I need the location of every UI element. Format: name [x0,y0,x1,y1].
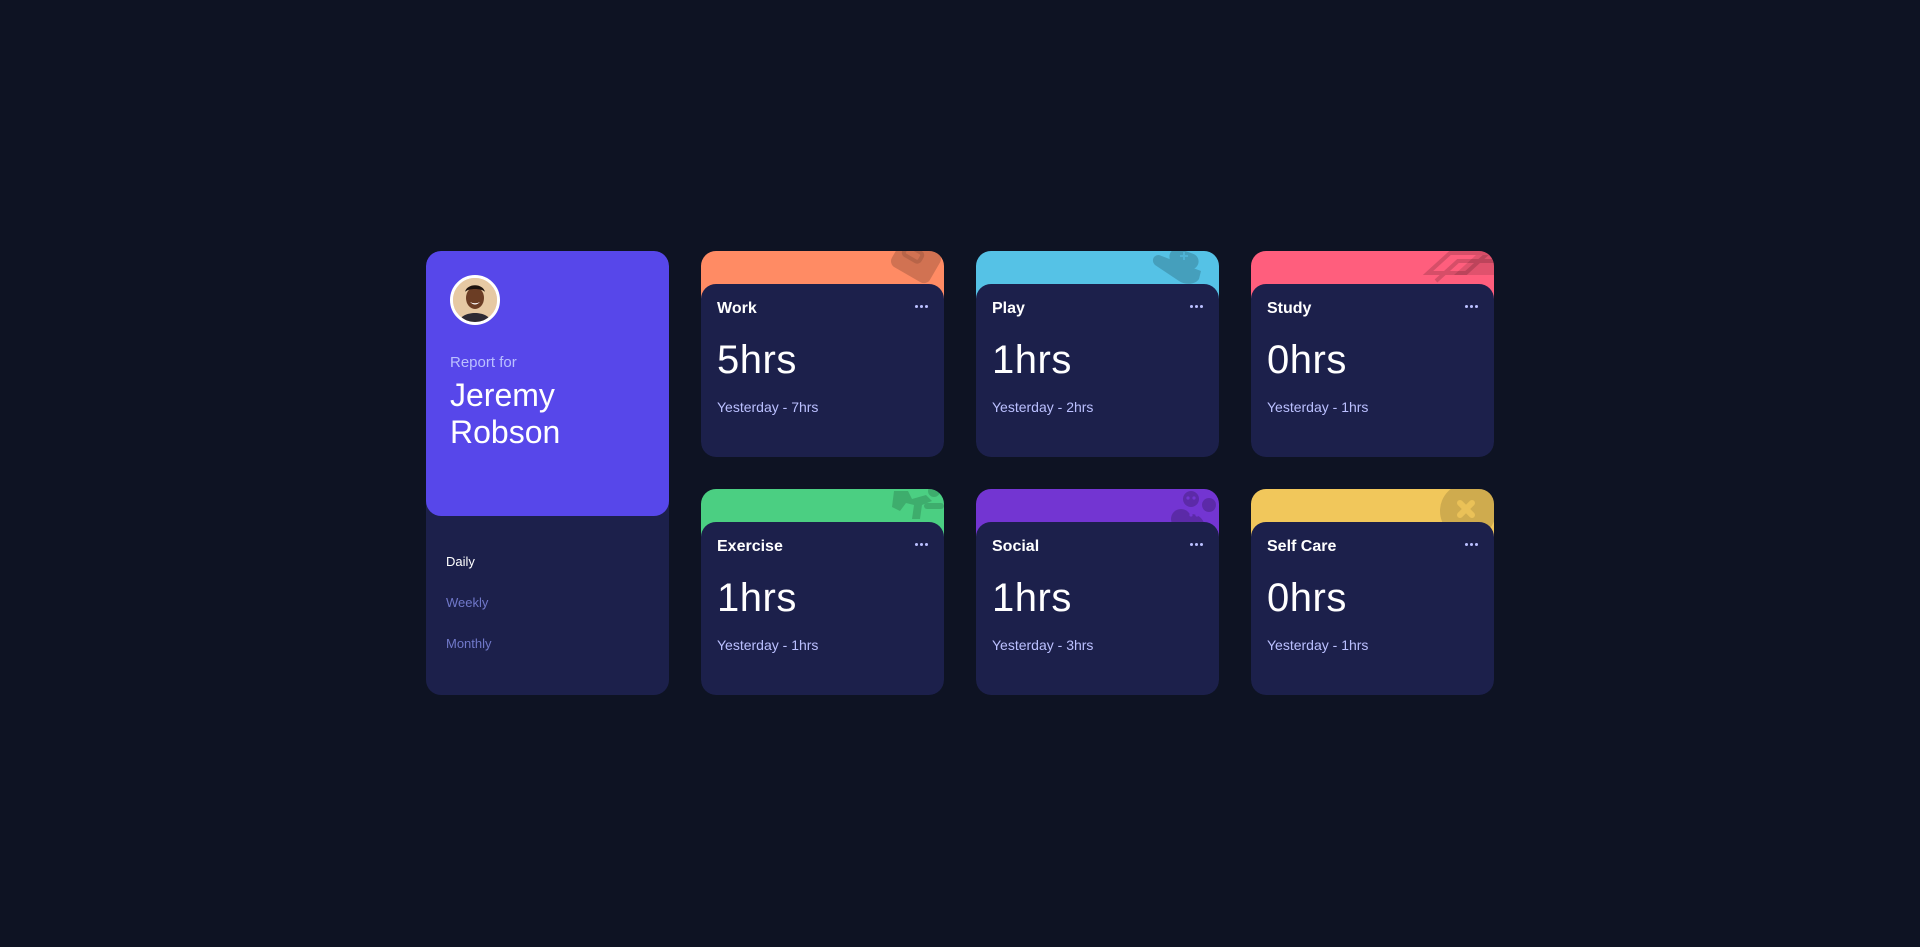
current-hours: 0hrs [1267,338,1347,382]
period-selector: Daily Weekly Monthly [426,516,669,651]
activity-card-work: Work 5hrs Yesterday - 7hrs [701,251,944,457]
activity-card-exercise: Exercise 1hrs Yesterday - 1hrs [701,489,944,695]
previous-hours: Yesterday - 1hrs [1267,399,1369,415]
activity-card-self-care: Self Care 0hrs Yesterday - 1hrs [1251,489,1494,695]
profile-card: Report for Jeremy Robson Daily Weekly Mo… [426,251,669,695]
ellipsis-menu-icon[interactable] [1190,303,1203,310]
ellipsis-menu-icon[interactable] [915,541,928,548]
time-tracking-dashboard: Report for Jeremy Robson Daily Weekly Mo… [426,251,1494,695]
previous-hours: Yesterday - 1hrs [717,637,819,653]
current-hours: 1hrs [992,338,1072,382]
card-body: Work 5hrs Yesterday - 7hrs [701,284,944,457]
report-for-label: Report for [450,354,517,371]
card-body: Social 1hrs Yesterday - 3hrs [976,522,1219,695]
ellipsis-menu-icon[interactable] [915,303,928,310]
period-monthly[interactable]: Monthly [446,636,492,651]
activity-title: Play [992,300,1025,317]
ellipsis-menu-icon[interactable] [1465,303,1478,310]
ellipsis-menu-icon[interactable] [1190,541,1203,548]
previous-hours: Yesterday - 3hrs [992,637,1094,653]
activity-title: Study [1267,300,1312,317]
activity-title: Work [717,300,757,317]
user-name: Jeremy Robson [450,377,561,450]
activity-title: Exercise [717,538,783,555]
period-daily[interactable]: Daily [446,554,475,569]
activity-card-study: Study 0hrs Yesterday - 1hrs [1251,251,1494,457]
profile-header: Report for Jeremy Robson [426,251,669,516]
activity-card-play: Play 1hrs Yesterday - 2hrs [976,251,1219,457]
previous-hours: Yesterday - 2hrs [992,399,1094,415]
previous-hours: Yesterday - 1hrs [1267,637,1369,653]
current-hours: 5hrs [717,338,797,382]
ellipsis-menu-icon[interactable] [1465,541,1478,548]
current-hours: 1hrs [717,576,797,620]
current-hours: 0hrs [1267,576,1347,620]
current-hours: 1hrs [992,576,1072,620]
previous-hours: Yesterday - 7hrs [717,399,819,415]
period-weekly[interactable]: Weekly [446,595,488,610]
activity-title: Social [992,538,1040,555]
card-body: Study 0hrs Yesterday - 1hrs [1251,284,1494,457]
user-avatar [450,275,500,325]
card-body: Self Care 0hrs Yesterday - 1hrs [1251,522,1494,695]
card-body: Play 1hrs Yesterday - 2hrs [976,284,1219,457]
activity-title: Self Care [1267,538,1337,555]
activity-card-social: Social 1hrs Yesterday - 3hrs [976,489,1219,695]
card-body: Exercise 1hrs Yesterday - 1hrs [701,522,944,695]
